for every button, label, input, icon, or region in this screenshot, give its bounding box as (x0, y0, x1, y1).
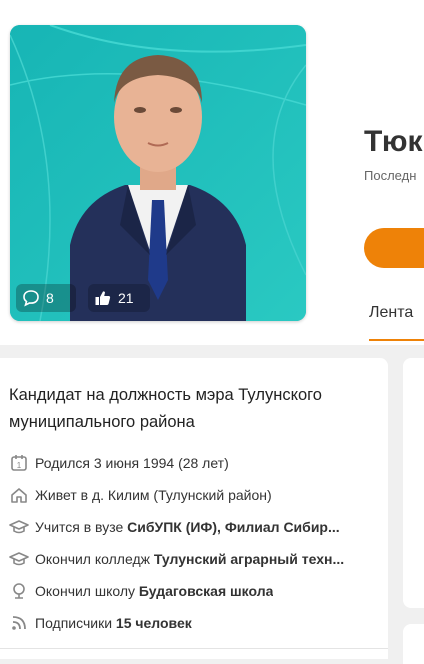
divider (0, 648, 388, 649)
school-icon (9, 581, 29, 601)
about-card: Кандидат на должность мэра Тулунского му… (0, 358, 388, 659)
profile-name: Тюк (364, 125, 423, 158)
subscribers-label: Подписчики (35, 615, 116, 631)
svg-text:1: 1 (17, 461, 22, 470)
likes-badge[interactable]: 21 (88, 284, 150, 312)
home-icon (9, 485, 29, 505)
subscribers-row[interactable]: Подписчики 15 человек (9, 613, 369, 633)
comments-badge[interactable]: 8 (16, 284, 76, 312)
comments-count: 8 (46, 290, 54, 306)
college-label: Окончил колледж (35, 551, 154, 567)
comment-icon (23, 290, 39, 307)
birthday-text: Родился 3 июня 1994 (28 лет) (35, 455, 229, 471)
thumbs-up-icon (95, 291, 111, 305)
rss-icon (9, 613, 29, 633)
tab-feed[interactable]: Лента (369, 304, 413, 322)
residence-row: Живет в д. Килим (Тулунский район) (9, 485, 369, 505)
university-link[interactable]: СибУПК (ИФ), Филиал Сибир... (127, 519, 340, 535)
university-row[interactable]: Учится в вузе СибУПК (ИФ), Филиал Сибир.… (9, 517, 369, 537)
active-tab-indicator (369, 339, 424, 341)
last-seen: Последн (364, 168, 417, 183)
school-label: Окончил школу (35, 583, 139, 599)
feed-card-partial (403, 358, 424, 608)
subscribers-count[interactable]: 15 человек (116, 615, 192, 631)
status-text: Кандидат на должность мэра Тулунского му… (9, 386, 322, 431)
graduation-cap-icon (9, 517, 29, 537)
likes-count: 21 (118, 290, 134, 306)
college-link[interactable]: Тулунский аграрный техн... (154, 551, 344, 567)
residence-text: Живет в д. Килим (Тулунский район) (35, 487, 272, 503)
profile-photo[interactable] (10, 25, 306, 321)
primary-action-button[interactable] (364, 228, 424, 268)
calendar-icon: 1 (9, 453, 29, 473)
feed-card-partial-2 (403, 624, 424, 664)
birthday-row: 1 Родился 3 июня 1994 (28 лет) (9, 453, 369, 473)
school-row[interactable]: Окончил школу Будаговская школа (9, 581, 369, 601)
graduation-cap-icon (9, 549, 29, 569)
university-label: Учится в вузе (35, 519, 128, 535)
school-link[interactable]: Будаговская школа (139, 583, 273, 599)
college-row[interactable]: Окончил колледж Тулунский аграрный техн.… (9, 549, 369, 569)
